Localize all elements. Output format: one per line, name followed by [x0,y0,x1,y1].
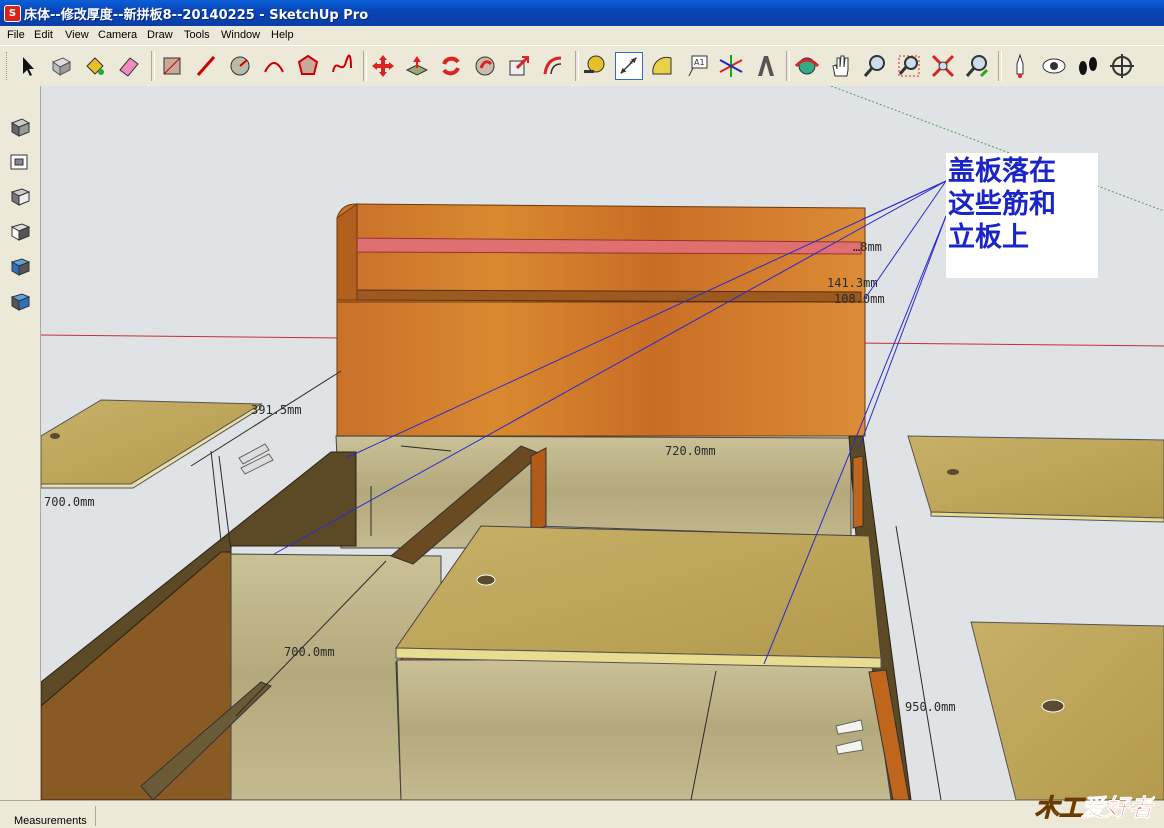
freehand-icon[interactable] [328,52,356,80]
scale-icon[interactable] [505,52,533,80]
dimension-label: 950.0mm [905,700,956,714]
note-line: 这些筋和 [948,189,1056,220]
window-title: 床体--修改厚度--新拼板8--20140225 - SketchUp Pro [24,8,369,23]
toolbar-grip[interactable] [6,52,10,80]
headboard[interactable] [336,203,866,437]
iso-view-icon[interactable] [6,114,34,140]
axes-icon[interactable] [717,52,745,80]
menu-file[interactable]: File [7,29,25,41]
toolbar-separator [786,51,790,81]
menu-view[interactable]: View [65,29,89,41]
menu-bar: File Edit View Camera Draw Tools Window … [0,26,1164,45]
main-cover-panel[interactable] [395,525,882,669]
dimension-icon[interactable]: x [615,52,643,80]
section-plane-icon[interactable] [1108,52,1136,80]
menu-window[interactable]: Window [221,29,260,41]
paint-bucket-icon[interactable] [81,52,109,80]
watermark-mark: 木工 [1035,794,1086,822]
annotation-note[interactable]: 盖板落在 这些筋和 立板上 [946,153,1098,278]
dimension-label: 108.0mm [834,292,885,306]
zoom-icon[interactable] [861,52,889,80]
previous-view-icon[interactable] [963,52,991,80]
right-view-icon[interactable] [6,219,34,245]
move-icon[interactable] [369,52,397,80]
circle-icon[interactable] [226,52,254,80]
menu-draw[interactable]: Draw [147,29,173,41]
offset-icon[interactable] [539,52,567,80]
zoom-window-icon[interactable] [895,52,923,80]
eraser-icon[interactable] [115,52,143,80]
rotate-icon[interactable] [437,52,465,80]
select-icon[interactable] [13,52,41,80]
dimension-label: …8mm [853,240,882,254]
push-pull-icon[interactable] [403,52,431,80]
3d-text-icon[interactable] [751,52,779,80]
watermark-logo: 木工 爱好者 [1035,794,1155,823]
look-around-icon[interactable] [1040,52,1068,80]
measurements-label: Measurements [14,815,87,827]
left-view-icon[interactable] [6,289,34,315]
main-toolbar: x A1 [0,45,1164,88]
right-cover-panel-1[interactable] [907,435,1164,519]
follow-me-icon[interactable] [471,52,499,80]
toolbar-separator [151,51,155,81]
menu-edit[interactable]: Edit [34,29,53,41]
measurements-field[interactable] [95,806,266,826]
title-bar: S 床体--修改厚度--新拼板8--20140225 - SketchUp Pr… [0,0,1164,26]
protractor-icon[interactable] [649,52,677,80]
views-toolbar [0,86,41,800]
svg-text:x: x [629,58,633,66]
toolbar-separator [575,51,579,81]
arc-icon[interactable] [260,52,288,80]
orbit-icon[interactable] [793,52,821,80]
dimension-label: 391.5mm [251,403,302,417]
menu-camera[interactable]: Camera [98,29,137,41]
tape-measure-icon[interactable] [581,52,609,80]
status-bar: Measurements [0,800,1164,828]
line-icon[interactable] [192,52,220,80]
toolbar-separator [363,51,367,81]
dimension-label: 720.0mm [665,444,716,458]
dowels [238,443,274,475]
toolbar-separator [998,51,1002,81]
right-cover-panel-2[interactable] [970,621,1164,800]
polygon-icon[interactable] [294,52,322,80]
back-view-icon[interactable] [6,254,34,280]
dimension-label: 141.3mm [827,276,878,290]
menu-help[interactable]: Help [271,29,294,41]
dimension-label: 700.0mm [44,495,95,509]
pan-icon[interactable] [827,52,855,80]
note-line: 盖板落在 [948,156,1056,187]
dimension-label: 700.0mm [284,645,335,659]
sketchup-icon[interactable]: S [4,5,21,22]
note-line: 立板上 [948,222,1029,253]
make-component-icon[interactable] [47,52,75,80]
rectangle-icon[interactable] [158,52,186,80]
top-view-icon[interactable] [6,149,34,175]
walk-icon[interactable] [1074,52,1102,80]
svg-text:A1: A1 [694,58,705,67]
text-icon[interactable]: A1 [683,52,711,80]
front-view-icon[interactable] [6,184,34,210]
zoom-extents-icon[interactable] [929,52,957,80]
menu-tools[interactable]: Tools [184,29,210,41]
position-camera-icon[interactable] [1006,52,1034,80]
watermark-text: 爱好者 [1081,794,1155,822]
